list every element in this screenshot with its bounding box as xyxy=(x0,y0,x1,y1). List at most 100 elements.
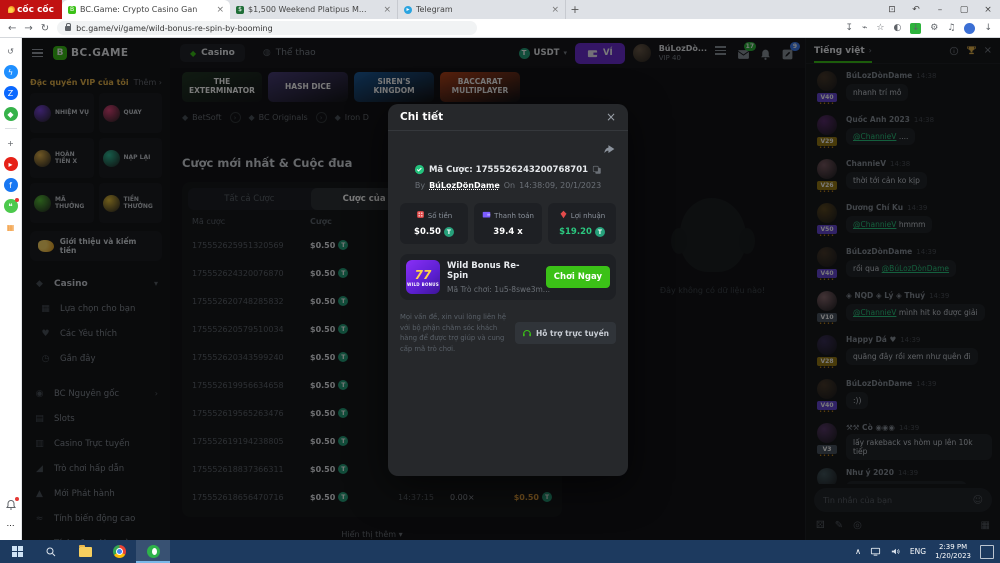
usdt-coin-icon: T xyxy=(595,227,605,237)
chrome-button[interactable] xyxy=(102,540,136,563)
coccoc-brand: cốc cốc xyxy=(0,0,62,19)
workspace-icon[interactable]: ⊡ xyxy=(880,5,904,15)
divider xyxy=(5,128,17,129)
tab-strip: BBC.Game: Crypto Casino Gan× $ $1,500 Week… xyxy=(62,0,566,19)
stat-label-text: Số tiền xyxy=(428,212,452,220)
by-label: By xyxy=(415,181,425,190)
more-options-icon[interactable]: ⋯ xyxy=(4,518,18,532)
headset-icon xyxy=(522,328,532,338)
action-center-icon[interactable] xyxy=(980,545,994,559)
games-icon[interactable]: ◆ xyxy=(4,107,18,121)
extension-icon[interactable]: ⚙ xyxy=(930,23,938,33)
stat-value-text: 39.4 x xyxy=(493,227,522,237)
maximize-icon[interactable]: ▢ xyxy=(952,5,976,15)
browser-tab-2[interactable]: ▸Telegram× xyxy=(398,0,566,19)
search-button[interactable] xyxy=(34,540,68,563)
share-icon[interactable] xyxy=(603,143,616,156)
url-text[interactable]: bc.game/vi/game/wild-bonus-re-spin-by-bo… xyxy=(76,24,273,33)
stat-value: $0.50T xyxy=(403,227,465,237)
back-icon[interactable]: ← xyxy=(8,23,16,34)
address-bar[interactable]: bc.game/vi/game/wild-bonus-re-spin-by-bo… xyxy=(57,21,477,35)
window-controls: ⊡↶–▢× xyxy=(880,0,1000,19)
profile-avatar-icon[interactable] xyxy=(964,23,975,34)
notifications-bell-icon[interactable] xyxy=(4,498,18,512)
screen: cốc cốc BBC.Game: Crypto Casino Gan× $ $1,… xyxy=(0,0,1000,563)
coccoc-sidebar: ↺ ϟZ ◆ + ▸ f ❝ ▦ ⋯ xyxy=(0,38,22,540)
browser-toolbar: ← → ↻ bc.game/vi/game/wild-bonus-re-spin… xyxy=(0,19,1000,38)
chat-app-icon[interactable]: ❝ xyxy=(4,199,18,213)
coccoc-icon xyxy=(147,545,160,558)
taskbar-clock[interactable]: 2:39 PM 1/20/2023 xyxy=(935,543,971,561)
stat-0: Số tiền $0.50T xyxy=(400,203,468,244)
tray-expand-icon[interactable]: ∧ xyxy=(855,547,861,556)
bet-id-value: 1755526243200768701 xyxy=(476,165,588,175)
lock-icon xyxy=(65,26,71,31)
modal-title: Chi tiết xyxy=(400,111,443,123)
wallet-icon xyxy=(482,210,491,221)
messenger-icon[interactable]: ϟ xyxy=(4,65,18,79)
adblock-icon[interactable]: ◐ xyxy=(893,23,901,33)
chrome-icon xyxy=(113,545,126,558)
game-code-value: 1u5-8swe3m... xyxy=(494,285,550,294)
bcgame-app: B BC.GAME Đặc quyền VIP của tôi Thêm › N… xyxy=(22,38,1000,540)
bookmark-star-icon[interactable]: ☆ xyxy=(876,23,884,33)
history-icon[interactable]: ↺ xyxy=(4,44,18,58)
tab-title: $1,500 Weekend Platipus M... xyxy=(248,5,379,14)
stat-value-text: $19.20 xyxy=(559,227,592,237)
verified-check-icon xyxy=(414,164,425,175)
toolbar-icons: ↧ ⌁ ☆ ◐ ↓ ⚙ ♫ ↓ xyxy=(845,23,992,34)
new-tab-button[interactable]: + xyxy=(566,0,584,19)
stat-2: Lợi nhuận $19.20T xyxy=(548,203,616,244)
gem-icon xyxy=(559,210,568,221)
volume-icon[interactable] xyxy=(890,546,901,557)
stat-value-text: $0.50 xyxy=(414,227,441,237)
search-icon xyxy=(45,546,57,558)
download-extension-icon[interactable]: ↓ xyxy=(910,23,921,34)
close-icon[interactable]: × xyxy=(976,5,1000,15)
bet-author-link[interactable]: BúLozDönDame xyxy=(429,181,500,190)
facebook-icon[interactable]: f xyxy=(4,178,18,192)
coccoc-brand-label: cốc cốc xyxy=(17,5,54,15)
coccoc-taskbar-button[interactable] xyxy=(136,540,170,563)
reload-icon[interactable]: ↻ xyxy=(41,23,49,34)
coccoc-sidebar-bottom: ⋯ xyxy=(4,498,18,532)
youtube-icon[interactable]: ▸ xyxy=(4,157,18,171)
language-indicator[interactable]: ENG xyxy=(910,547,926,556)
restore-tab-icon[interactable]: ↶ xyxy=(904,5,928,15)
browser-tab-bar: cốc cốc BBC.Game: Crypto Casino Gan× $ $1,… xyxy=(0,0,1000,19)
zalo-icon[interactable]: Z xyxy=(4,86,18,100)
stat-label: Lợi nhuận xyxy=(551,210,613,221)
stat-value: 39.4 x xyxy=(477,227,539,237)
bet-details-modal: Chi tiết × Mã Cược: 1755526243200768701 … xyxy=(388,104,628,476)
folder-icon xyxy=(79,547,92,557)
minimize-icon[interactable]: – xyxy=(928,5,952,15)
tab-close-icon[interactable]: × xyxy=(383,5,391,15)
cart-icon[interactable]: ▦ xyxy=(4,220,18,234)
save-page-icon[interactable]: ↧ xyxy=(845,23,853,33)
network-icon[interactable] xyxy=(870,546,881,557)
copy-icon[interactable] xyxy=(592,165,602,175)
play-now-button[interactable]: Chơi Ngay xyxy=(546,266,610,288)
forward-icon[interactable]: → xyxy=(24,23,32,34)
support-note: Mọi vấn đề, xin vui lòng liên hệ với bộ … xyxy=(400,312,507,354)
live-support-button[interactable]: Hỗ trợ trực tuyến xyxy=(515,322,616,344)
downloads-icon[interactable]: ↓ xyxy=(984,23,992,33)
media-icon[interactable]: ♫ xyxy=(947,23,955,33)
bet-timestamp: 14:38:09, 20/1/2023 xyxy=(519,181,601,190)
tab-favicon: $ xyxy=(236,6,244,14)
start-button[interactable] xyxy=(0,540,34,563)
modal-close-icon[interactable]: × xyxy=(606,110,616,124)
add-icon[interactable]: + xyxy=(4,136,18,150)
game-thumbnail[interactable]: 77WILD BONUS xyxy=(406,260,440,294)
tab-favicon: B xyxy=(68,6,76,14)
game-card: 77WILD BONUS Wild Bonus Re-Spin Mã Trò c… xyxy=(400,254,616,300)
tab-close-icon[interactable]: × xyxy=(551,5,559,15)
browser-tab-1[interactable]: $ $1,500 Weekend Platipus M... × xyxy=(230,0,398,19)
stat-1: Thanh toán39.4 x xyxy=(474,203,542,244)
share-page-icon[interactable]: ⌁ xyxy=(862,23,867,33)
browser-tab-0[interactable]: BBC.Game: Crypto Casino Gan× xyxy=(62,0,230,19)
file-explorer-button[interactable] xyxy=(68,540,102,563)
windows-taskbar: ∧ ENG 2:39 PM 1/20/2023 xyxy=(0,540,1000,563)
usdt-coin-icon: T xyxy=(444,227,454,237)
tab-close-icon[interactable]: × xyxy=(216,5,224,15)
